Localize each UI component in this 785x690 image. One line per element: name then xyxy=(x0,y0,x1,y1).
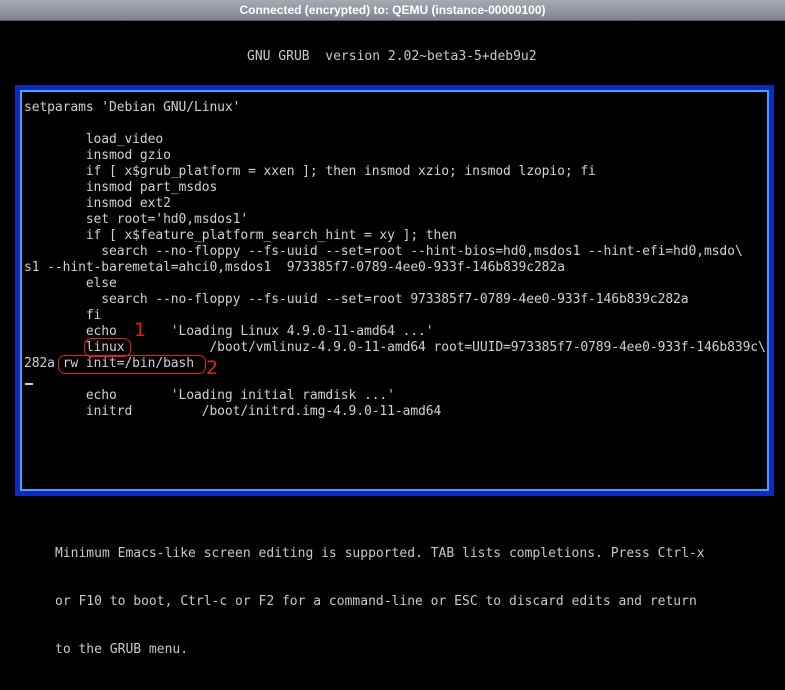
editor-line[interactable]: search --no-floppy --fs-uuid --set=root … xyxy=(24,244,742,260)
annotation-number-1: 1 xyxy=(134,319,147,341)
help-line: Minimum Emacs-like screen editing is sup… xyxy=(55,546,705,561)
editor-line[interactable]: load_video xyxy=(24,132,163,148)
help-text: Minimum Emacs-like screen editing is sup… xyxy=(55,514,705,690)
annotation-circle-2 xyxy=(58,355,206,374)
grub-editor[interactable]: setparams 'Debian GNU/Linux' load_video … xyxy=(20,90,769,491)
help-line: to the GRUB menu. xyxy=(55,642,189,657)
editor-line[interactable]: setparams 'Debian GNU/Linux' xyxy=(24,100,240,116)
editor-line[interactable]: insmod part_msdos xyxy=(24,180,217,196)
editor-line[interactable]: set root='hd0,msdos1' xyxy=(24,212,248,228)
window-title-bar: Connected (encrypted) to: QEMU (instance… xyxy=(0,0,785,21)
editor-line[interactable]: if [ x$grub_platform = xxen ]; then insm… xyxy=(24,164,596,180)
editor-line[interactable]: linux /boot/vmlinuz-4.9.0-11-amd64 root=… xyxy=(24,340,766,356)
annotation-number-2: 2 xyxy=(206,357,219,379)
help-line: or F10 to boot, Ctrl-c or F2 for a comma… xyxy=(55,594,697,609)
editor-line[interactable]: if [ x$feature_platform_search_hint = xy… xyxy=(24,228,457,244)
grub-version-header: GNU GRUB version 2.02~beta3-5+deb9u2 xyxy=(247,49,537,64)
editor-line[interactable]: echo 'Loading initial ramdisk ...' xyxy=(24,388,395,404)
editor-line[interactable]: search --no-floppy --fs-uuid --set=root … xyxy=(24,292,688,308)
text-cursor xyxy=(25,383,33,385)
window-title: Connected (encrypted) to: QEMU (instance… xyxy=(239,3,546,17)
editor-line[interactable]: insmod ext2 xyxy=(24,196,171,212)
editor-line[interactable]: echo 'Loading Linux 4.9.0-11-amd64 ...' xyxy=(24,324,434,340)
editor-line[interactable]: insmod gzio xyxy=(24,148,171,164)
editor-line[interactable]: else xyxy=(24,276,117,292)
editor-line[interactable]: initrd /boot/initrd.img-4.9.0-11-amd64 xyxy=(24,404,442,420)
editor-line[interactable]: s1 --hint-baremetal=ahci0,msdos1 973385f… xyxy=(24,260,565,276)
editor-line[interactable]: fi xyxy=(24,308,102,324)
console-screen[interactable]: GNU GRUB version 2.02~beta3-5+deb9u2 set… xyxy=(0,21,785,657)
